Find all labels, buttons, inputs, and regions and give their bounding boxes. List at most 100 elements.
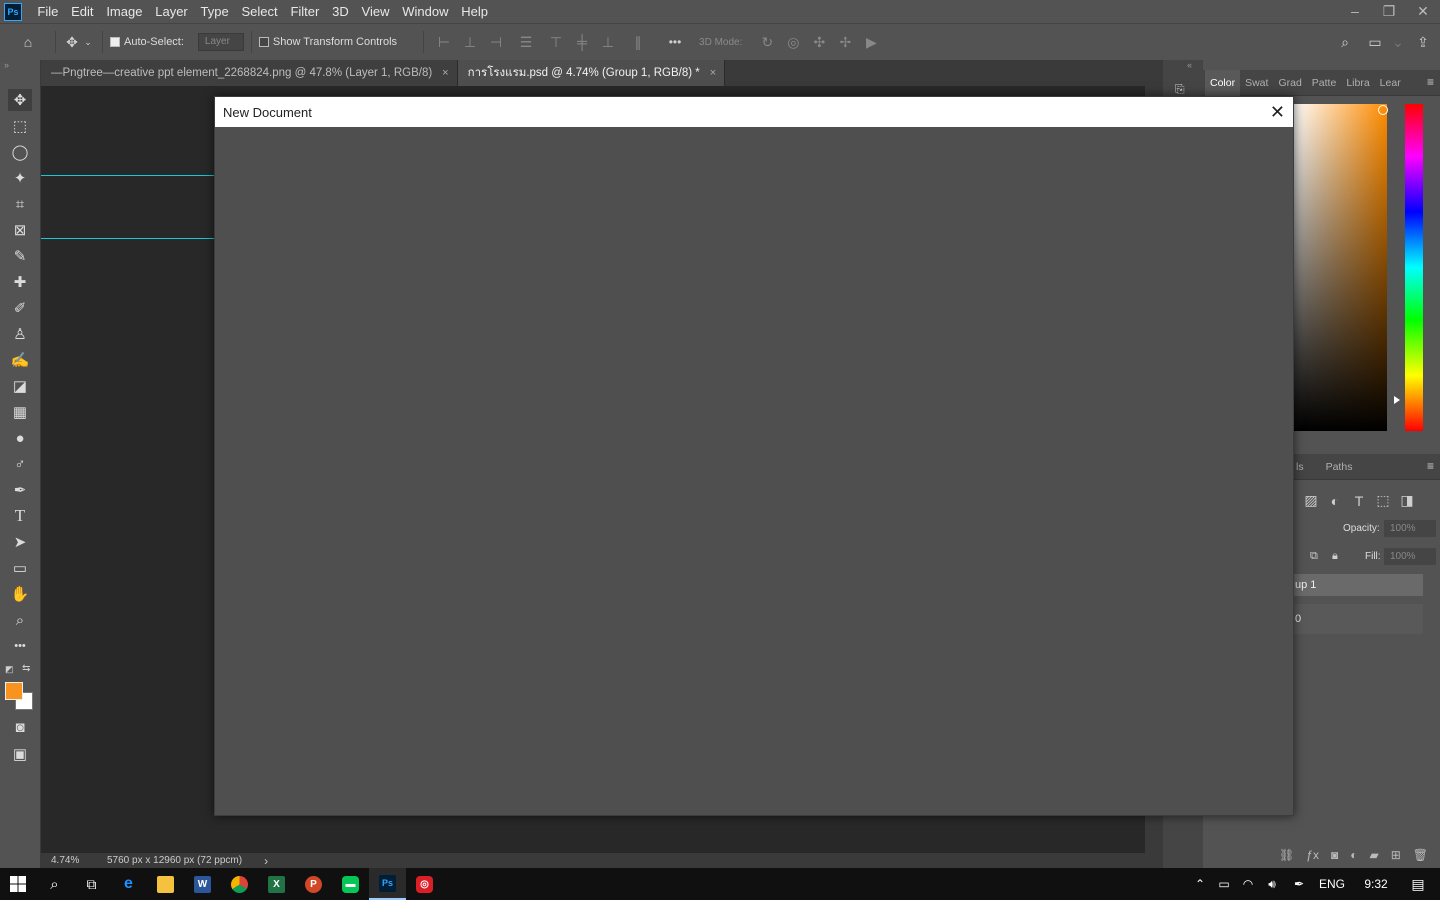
chevron-down-icon[interactable]: ⌄ bbox=[81, 37, 95, 48]
distribute-vertical-icon[interactable]: ∥ bbox=[621, 34, 655, 51]
close-icon[interactable]: × bbox=[442, 67, 448, 79]
excel-icon[interactable]: X bbox=[258, 868, 295, 900]
distribute-icon[interactable]: ☰ bbox=[509, 34, 543, 51]
rectangle-tool-icon[interactable]: ▭ bbox=[8, 557, 32, 579]
wifi-icon[interactable]: ◠ bbox=[1236, 868, 1260, 900]
move-tool-icon[interactable]: ✥ bbox=[63, 34, 81, 51]
magic-wand-icon[interactable]: ✦ bbox=[8, 167, 32, 189]
eraser-icon[interactable]: ◪ bbox=[8, 375, 32, 397]
align-bottom-icon[interactable]: ⊥ bbox=[595, 34, 621, 51]
hand-tool-icon[interactable]: ✋ bbox=[8, 583, 32, 605]
expand-panels-icon[interactable]: « bbox=[1187, 60, 1192, 70]
minimize-button[interactable]: – bbox=[1338, 0, 1372, 23]
collapse-panel-icon[interactable]: » bbox=[4, 60, 9, 70]
eyedropper-icon[interactable]: ✎ bbox=[8, 245, 32, 267]
align-left-icon[interactable]: ⊢ bbox=[431, 34, 457, 51]
adjustment-layer-icon[interactable]: ◐ bbox=[1350, 848, 1357, 862]
opacity-input[interactable]: 100% bbox=[1384, 520, 1436, 537]
edge-icon[interactable]: e bbox=[110, 868, 147, 900]
chevron-down-icon[interactable]: ⌄ bbox=[1390, 34, 1406, 51]
tab-paths[interactable]: Paths bbox=[1321, 454, 1358, 480]
guide-line[interactable] bbox=[41, 238, 214, 239]
new-group-icon[interactable]: ▰ bbox=[1369, 848, 1378, 862]
task-view-icon[interactable]: ⧉ bbox=[73, 868, 110, 900]
screen-mode-icon[interactable]: ▣ bbox=[8, 743, 32, 765]
3d-pan-icon[interactable]: ✣ bbox=[806, 34, 832, 51]
new-layer-icon[interactable]: ⊞ bbox=[1391, 848, 1401, 862]
align-middle-icon[interactable]: ╪ bbox=[569, 34, 595, 50]
line-icon[interactable]: ▬ bbox=[332, 868, 369, 900]
dodge-tool-icon[interactable]: ♂ bbox=[8, 453, 32, 475]
chrome-icon[interactable] bbox=[221, 868, 258, 900]
swap-colors-icon[interactable]: ⇆ bbox=[22, 663, 30, 674]
word-icon[interactable]: W bbox=[184, 868, 221, 900]
panel-menu-icon[interactable]: ≡ bbox=[1427, 459, 1434, 473]
layer-row-group[interactable]: up 1 bbox=[1293, 574, 1423, 596]
link-layers-icon[interactable]: ⛓ bbox=[1279, 848, 1294, 862]
chevron-up-icon[interactable]: ⌃ bbox=[1188, 868, 1212, 900]
foreground-color-swatch[interactable] bbox=[5, 682, 23, 700]
default-colors-icon[interactable]: ◩ bbox=[5, 664, 14, 675]
tab-swatches[interactable]: Swat bbox=[1240, 70, 1273, 96]
pen-tool-icon[interactable]: ✒ bbox=[8, 479, 32, 501]
share-icon[interactable]: ⇪ bbox=[1406, 34, 1440, 51]
color-picker-cursor[interactable] bbox=[1378, 105, 1388, 115]
type-tool-icon[interactable]: T bbox=[8, 505, 32, 527]
menu-layer[interactable]: Layer bbox=[149, 0, 194, 23]
menu-filter[interactable]: Filter bbox=[284, 0, 326, 23]
history-panel-icon[interactable]: ⎘ bbox=[1175, 82, 1185, 97]
battery-icon[interactable]: ▭ bbox=[1212, 868, 1236, 900]
align-top-icon[interactable]: ⊤ bbox=[543, 34, 569, 51]
search-icon[interactable]: ⌕ bbox=[36, 868, 73, 900]
file-explorer-icon[interactable] bbox=[147, 868, 184, 900]
start-button[interactable] bbox=[0, 868, 36, 900]
align-center-icon[interactable]: ⊥ bbox=[457, 34, 483, 51]
close-icon[interactable]: × bbox=[710, 67, 716, 79]
history-brush-icon[interactable]: ✍ bbox=[8, 349, 32, 371]
guide-line[interactable] bbox=[41, 175, 214, 176]
layer-row[interactable]: 0 bbox=[1293, 604, 1423, 634]
menu-type[interactable]: Type bbox=[194, 0, 235, 23]
search-icon[interactable]: ⌕ bbox=[1330, 34, 1360, 51]
menu-edit[interactable]: Edit bbox=[65, 0, 100, 23]
show-transform-checkbox[interactable] bbox=[258, 37, 269, 47]
menu-select[interactable]: Select bbox=[235, 0, 284, 23]
lock-icon[interactable]: 🔒︎ bbox=[1332, 550, 1338, 563]
tab-patterns[interactable]: Patte bbox=[1307, 70, 1342, 96]
close-window-button[interactable]: ✕ bbox=[1406, 0, 1440, 23]
hue-slider-handle[interactable] bbox=[1394, 396, 1400, 404]
menu-3d[interactable]: 3D bbox=[326, 0, 355, 23]
language-indicator[interactable]: ENG bbox=[1314, 877, 1350, 891]
menu-file[interactable]: File bbox=[31, 0, 65, 23]
home-icon[interactable]: ⌂ bbox=[8, 34, 48, 50]
marquee-tool-icon[interactable]: ⬚ bbox=[8, 115, 32, 137]
3d-camera-icon[interactable]: ▶ bbox=[858, 34, 884, 51]
photoshop-taskbar-icon[interactable]: Ps bbox=[369, 868, 406, 900]
crop-tool-icon[interactable]: ⌗ bbox=[8, 193, 32, 215]
tab-color[interactable]: Color bbox=[1205, 70, 1241, 96]
type-filter-icon[interactable]: T bbox=[1351, 492, 1367, 509]
healing-brush-icon[interactable]: ✚ bbox=[8, 271, 32, 293]
powerpoint-icon[interactable]: P bbox=[295, 868, 332, 900]
volume-icon[interactable]: 🔊︎ bbox=[1260, 868, 1284, 900]
move-tool-icon[interactable]: ✥ bbox=[8, 89, 32, 111]
tab-pngtree-document[interactable]: —Pngtree—creative ppt element_2268824.pn… bbox=[41, 60, 458, 86]
tab-learn[interactable]: Lear bbox=[1375, 70, 1406, 96]
notifications-icon[interactable]: ▤ bbox=[1396, 868, 1440, 900]
auto-select-checkbox[interactable] bbox=[110, 37, 120, 47]
adjustment-filter-icon[interactable]: ◐ bbox=[1327, 492, 1343, 509]
frame-tool-icon[interactable]: ⊠ bbox=[8, 219, 32, 241]
hue-slider[interactable] bbox=[1405, 104, 1423, 431]
fx-icon[interactable]: ƒx bbox=[1306, 848, 1319, 862]
delete-layer-icon[interactable]: 🗑︎ bbox=[1413, 848, 1428, 862]
shape-filter-icon[interactable]: ⬚ bbox=[1375, 492, 1391, 509]
3d-slide-icon[interactable]: ✢ bbox=[832, 34, 858, 51]
blur-tool-icon[interactable]: ● bbox=[8, 427, 32, 449]
close-icon[interactable]: ✕ bbox=[1270, 103, 1285, 121]
lock-artboard-icon[interactable]: ⧉ bbox=[1310, 550, 1318, 563]
menu-help[interactable]: Help bbox=[455, 0, 495, 23]
tab-libraries[interactable]: Libra bbox=[1341, 70, 1374, 96]
photoshop-logo-icon[interactable]: Ps bbox=[4, 2, 22, 21]
menu-view[interactable]: View bbox=[355, 0, 396, 23]
menu-window[interactable]: Window bbox=[396, 0, 455, 23]
